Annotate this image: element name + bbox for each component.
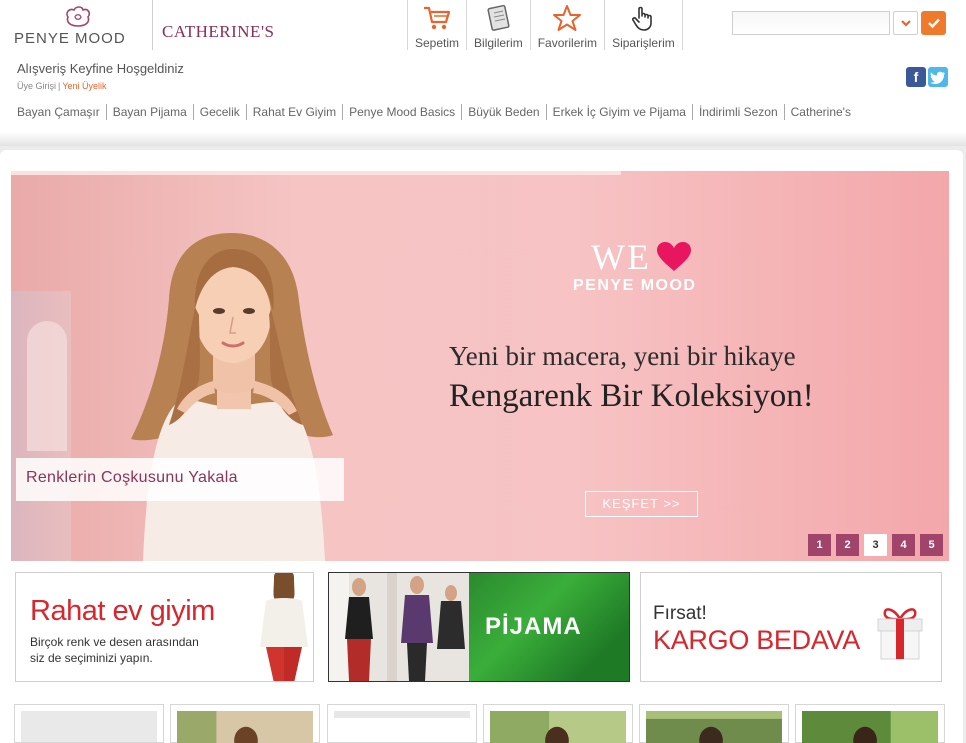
- top-nav-favorites[interactable]: Favorilerim: [529, 0, 604, 50]
- slider-caption: Renklerin Coşkusunu Yakala: [16, 458, 344, 501]
- product-card[interactable]: [327, 704, 477, 743]
- catherines-logo[interactable]: CATHERINE'S: [162, 22, 274, 42]
- star-icon: [553, 5, 582, 31]
- promo-home-wear[interactable]: Rahat ev giyim Birçok renk ve desen aras…: [15, 572, 314, 682]
- facebook-icon[interactable]: f: [906, 67, 926, 87]
- logo-divider: [152, 0, 153, 50]
- product-image-placeholder: [21, 711, 157, 742]
- category-nav: Bayan Çamaşır Bayan Pijama Gecelik Rahat…: [11, 104, 857, 120]
- we-text: WE: [591, 237, 651, 277]
- notebook-icon: [487, 4, 510, 31]
- slider-caption-text: Renklerin Coşkusunu Yakala: [26, 469, 238, 486]
- twitter-bird-icon: [930, 71, 945, 84]
- promo-home-wear-sub2: siz de seçiminizi yapın.: [30, 651, 153, 665]
- slider-background-window: [27, 321, 67, 451]
- slider-page-3[interactable]: 3: [864, 534, 887, 556]
- slider-headline-2: Rengarenk Bir Koleksiyon!: [449, 378, 814, 414]
- product-card[interactable]: [14, 704, 164, 743]
- promo-home-wear-title: Rahat ev giyim: [30, 595, 215, 627]
- slider-headline-1: Yeni bir macera, yeni bir hikaye: [449, 341, 796, 371]
- product-card[interactable]: [795, 704, 945, 743]
- promo-pajama-title: PİJAMA: [485, 613, 582, 640]
- auth-separator: |: [58, 81, 61, 91]
- slider-pagination: 1 2 3 4 5: [808, 534, 943, 556]
- heart-icon: [656, 242, 691, 271]
- welcome-text: Alışveriş Keyfine Hoşgeldiniz: [17, 61, 184, 76]
- category-item-7[interactable]: İndirimli Sezon: [691, 104, 784, 120]
- checkmark-icon: [927, 18, 940, 29]
- search-input[interactable]: [732, 11, 890, 35]
- promo-home-wear-model-image: [260, 573, 308, 681]
- search-submit-button[interactable]: [921, 11, 946, 35]
- category-item-1[interactable]: Bayan Pijama: [105, 104, 193, 120]
- promo-pajama-models-image: [329, 573, 469, 681]
- category-item-8[interactable]: Catherine's: [783, 104, 857, 120]
- logo-text: PENYE MOOD: [14, 30, 126, 47]
- slider-page-2[interactable]: 2: [836, 534, 859, 556]
- top-nav: Sepetim Bilgilerim Favorilerim Siparişle…: [407, 0, 683, 50]
- product-image: [490, 711, 626, 743]
- category-item-0[interactable]: Bayan Çamaşır: [11, 104, 106, 120]
- login-link[interactable]: Üye Girişi: [17, 81, 56, 91]
- product-image-placeholder: [334, 711, 470, 742]
- category-item-4[interactable]: Penye Mood Basics: [342, 104, 461, 120]
- product-card[interactable]: [170, 704, 320, 743]
- top-nav-cart[interactable]: Sepetim: [407, 0, 466, 50]
- category-item-3[interactable]: Rahat Ev Giyim: [245, 104, 342, 120]
- slider-top-line: [11, 171, 621, 175]
- product-card[interactable]: [483, 704, 633, 743]
- promo-free-shipping-line2: KARGO BEDAVA: [653, 625, 860, 655]
- promo-pajama[interactable]: PİJAMA: [328, 572, 630, 682]
- slider-page-5[interactable]: 5: [920, 534, 943, 556]
- we-love-block: WE: [591, 236, 693, 278]
- gift-box-icon: [877, 608, 923, 660]
- product-image: [646, 711, 782, 743]
- header: PENYE MOOD CATHERINE'S Sepetim Bilgileri…: [0, 0, 966, 140]
- hero-slider[interactable]: WE PENYE MOOD Yeni bir macera, yeni bir …: [11, 171, 949, 561]
- product-image: [802, 711, 938, 743]
- top-nav-orders[interactable]: Siparişlerim: [604, 0, 683, 50]
- header-shadow: [0, 132, 966, 146]
- chevron-down-icon: [900, 20, 911, 27]
- slider-brand-text: PENYE MOOD: [573, 277, 697, 294]
- model-photo: [131, 233, 333, 561]
- auth-links: Üye Girişi | Yeni Üyelik: [17, 81, 107, 91]
- slider-page-4[interactable]: 4: [892, 534, 915, 556]
- product-image-bar: [334, 711, 470, 718]
- top-nav-orders-label: Siparişlerim: [612, 36, 675, 50]
- top-nav-info-label: Bilgilerim: [474, 36, 523, 50]
- product-card[interactable]: [639, 704, 789, 743]
- category-item-2[interactable]: Gecelik: [192, 104, 246, 120]
- cart-icon: [424, 6, 451, 30]
- search-dropdown-button[interactable]: [893, 11, 918, 35]
- explore-button[interactable]: KEŞFET >>: [585, 491, 698, 517]
- promo-home-wear-sub1: Birçok renk ve desen arasından: [30, 635, 199, 649]
- category-item-5[interactable]: Büyük Beden: [461, 104, 545, 120]
- top-nav-cart-label: Sepetim: [415, 36, 460, 50]
- promo-free-shipping-line1: Fırsat!: [653, 603, 707, 624]
- promo-free-shipping[interactable]: Fırsat! KARGO BEDAVA: [640, 572, 942, 682]
- twitter-icon[interactable]: [928, 67, 948, 87]
- flower-logo-icon: [66, 6, 90, 27]
- penye-mood-logo[interactable]: PENYE MOOD: [14, 6, 140, 47]
- top-nav-favorites-label: Favorilerim: [537, 36, 598, 50]
- slider-page-1[interactable]: 1: [808, 534, 831, 556]
- register-link[interactable]: Yeni Üyelik: [62, 81, 106, 91]
- social-links: f: [906, 67, 948, 87]
- product-image: [177, 711, 313, 743]
- hand-cursor-icon: [632, 6, 653, 31]
- top-nav-info[interactable]: Bilgilerim: [466, 0, 530, 50]
- category-item-6[interactable]: Erkek İç Giyim ve Pijama: [545, 104, 692, 120]
